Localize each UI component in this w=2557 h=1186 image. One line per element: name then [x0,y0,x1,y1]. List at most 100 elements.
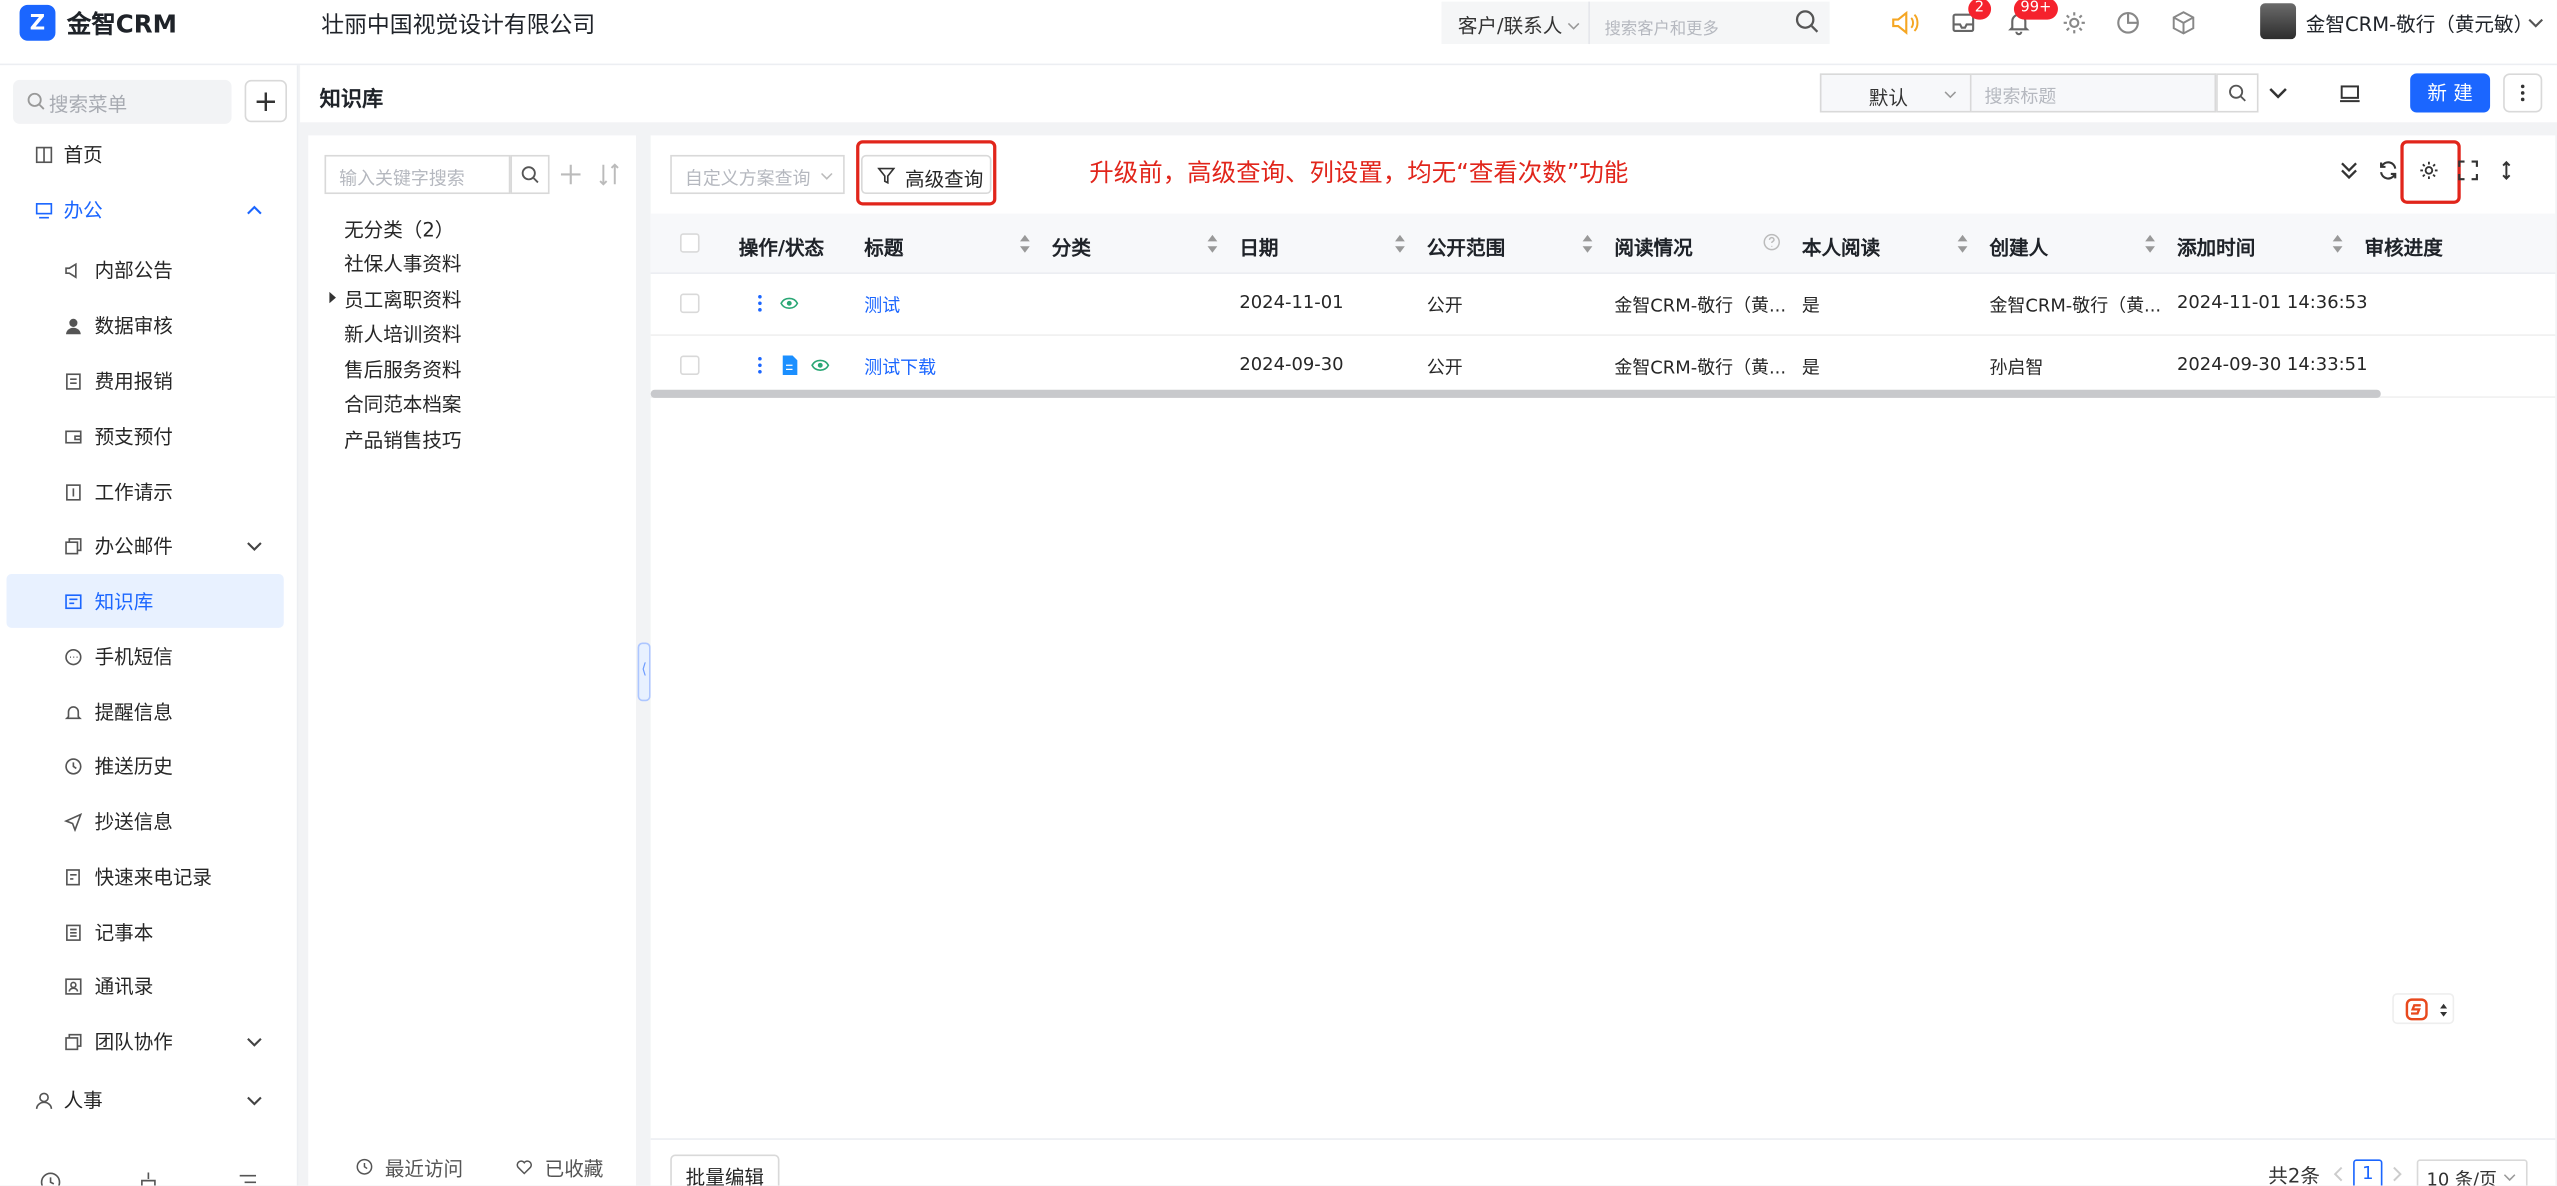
title-search-button[interactable] [2216,73,2259,113]
column-header-date[interactable]: 日期 [1239,233,1278,261]
double-chevron-down-icon[interactable] [2338,160,2359,181]
tree-item[interactable]: 社保人事资料 [344,249,461,277]
query-scheme-select[interactable]: 自定义方案查询 [670,154,845,195]
sidebar-item-notebook[interactable]: 记事本 [0,905,298,959]
collapse-menu-icon[interactable] [236,1171,259,1186]
clock-icon [64,756,84,776]
favorites-link[interactable]: 已收藏 [545,1155,604,1183]
column-header-category[interactable]: 分类 [1052,233,1091,261]
page-number-current[interactable]: 1 [2353,1159,2383,1186]
help-icon[interactable] [1763,233,1781,251]
row-title-link[interactable]: 测试下载 [864,354,936,380]
more-button[interactable] [2503,73,2543,113]
office-icon [34,200,54,220]
notification-badge: 99+ [2013,0,2058,20]
row-title-link[interactable]: 测试 [864,292,900,318]
new-button[interactable]: 新 建 [2410,73,2491,113]
fullscreen-icon[interactable] [2457,160,2478,181]
sort-icon[interactable] [1957,234,1968,253]
input-method-widget[interactable] [2392,993,2455,1025]
column-header-review-progress[interactable]: 审核进度 [2365,233,2443,261]
keyword-search-button[interactable] [510,154,550,195]
add-category-icon[interactable] [559,163,582,186]
sort-icon[interactable] [1019,234,1030,253]
sort-icon[interactable] [2332,234,2343,253]
sidebar-item-call-log[interactable]: 快速来电记录 [0,850,298,904]
sidebar-item-advance-payment[interactable]: 预支预付 [0,409,298,463]
user-name[interactable]: 金智CRM-敬行（黄元敏） [2306,10,2533,38]
chevron-down-icon[interactable] [2268,83,2288,103]
sort-icon[interactable] [1394,234,1405,253]
row-menu-icon[interactable] [753,355,766,375]
title-search-input[interactable]: 搜索标题 [1971,73,2217,113]
menu-search-input[interactable]: 搜索菜单 [13,79,232,124]
speaker-icon[interactable] [1890,8,1919,37]
eye-icon[interactable] [779,295,799,311]
tree-item[interactable]: 售后服务资料 [344,355,461,383]
sidebar-item-data-review[interactable]: 数据审核 [0,298,298,352]
tree-item[interactable]: 产品销售技巧 [344,426,461,454]
column-header-read-status[interactable]: 阅读情况 [1614,233,1692,261]
sidebar-item-reminders[interactable]: 提醒信息 [0,685,298,739]
select-all-checkbox[interactable] [680,233,700,253]
sitemap-icon[interactable] [137,1171,160,1186]
company-name: 壮丽中国视觉设计有限公司 [321,13,596,40]
search-scope-select[interactable]: 客户/联系人 [1441,1,1589,45]
search-icon[interactable] [1794,8,1820,34]
add-menu-button[interactable]: + [244,79,288,123]
row-date: 2024-09-30 [1239,353,1344,376]
sidebar-item-knowledge-base[interactable]: 知识库 [6,574,284,628]
view-select[interactable]: 默认 [1819,73,1972,113]
column-header-title[interactable]: 标题 [864,233,903,261]
column-header-self-read[interactable]: 本人阅读 [1802,233,1880,261]
column-header-scope[interactable]: 公开范围 [1427,233,1505,261]
chevron-left-icon[interactable] [2332,1166,2345,1182]
sort-icon[interactable] [1207,234,1218,253]
sidebar-item-home[interactable]: 首页 [0,127,298,181]
recent-visits-link[interactable]: 最近访问 [385,1155,463,1183]
column-header-added-time[interactable]: 添加时间 [2177,233,2255,261]
keyword-search-input[interactable]: 输入关键字搜索 [324,154,511,195]
panel-collapse-handle[interactable]: ⟨ [637,642,651,702]
row-checkbox[interactable] [680,355,700,376]
chevron-down-icon[interactable] [2528,15,2544,31]
sort-icon[interactable] [2144,234,2155,253]
column-header-creator[interactable]: 创建人 [1989,233,2048,261]
sidebar-item-push-history[interactable]: 推送历史 [0,739,298,793]
batch-edit-button[interactable]: 批量编辑 [670,1154,780,1186]
row-menu-icon[interactable] [753,294,766,314]
sidebar-item-work-request[interactable]: 工作请示 [0,465,298,519]
sidebar-item-expenses[interactable]: 费用报销 [0,354,298,408]
tree-item[interactable]: 新人培训资料 [344,320,461,348]
sidebar-item-sms[interactable]: 手机短信 [0,629,298,683]
eye-icon[interactable] [810,357,830,373]
horizontal-scrollbar[interactable] [650,389,2381,398]
monitor-icon[interactable] [2338,82,2361,105]
sidebar-item-hr[interactable]: 人事 [0,1073,298,1127]
sort-icon[interactable] [1582,234,1593,253]
refresh-icon[interactable] [2378,160,2399,181]
caret-right-icon[interactable] [328,291,338,304]
page-size-select[interactable]: 10 条/页 [2416,1159,2528,1186]
sort-settings-icon[interactable] [598,163,619,186]
tree-item[interactable]: 员工离职资料 [344,285,461,313]
gear-icon[interactable] [2061,10,2087,36]
query-scheme-placeholder: 自定义方案查询 [684,167,811,190]
sidebar-item-cc-info[interactable]: 抄送信息 [0,794,298,848]
history-icon[interactable] [39,1171,62,1186]
sidebar-item-announcements[interactable]: 内部公告 [0,243,298,297]
tree-item[interactable]: 无分类（2） [344,215,454,243]
sidebar-item-team[interactable]: 团队协作 [0,1014,298,1068]
sidebar-item-office[interactable]: 办公 [0,183,298,237]
row-checkbox[interactable] [680,293,700,314]
tree-item[interactable]: 合同范本档案 [344,390,461,418]
avatar[interactable] [2260,3,2297,40]
attachment-file-icon[interactable] [781,355,798,376]
row-height-icon[interactable] [2497,160,2517,181]
sidebar-item-office-mail[interactable]: 办公邮件 [0,519,298,573]
sidebar-item-contacts[interactable]: 通讯录 [0,959,298,1013]
pie-chart-icon[interactable] [2115,10,2141,36]
app-logo[interactable]: Z [19,4,56,41]
cube-icon[interactable] [2170,10,2196,36]
chevron-right-icon[interactable] [2391,1166,2404,1182]
